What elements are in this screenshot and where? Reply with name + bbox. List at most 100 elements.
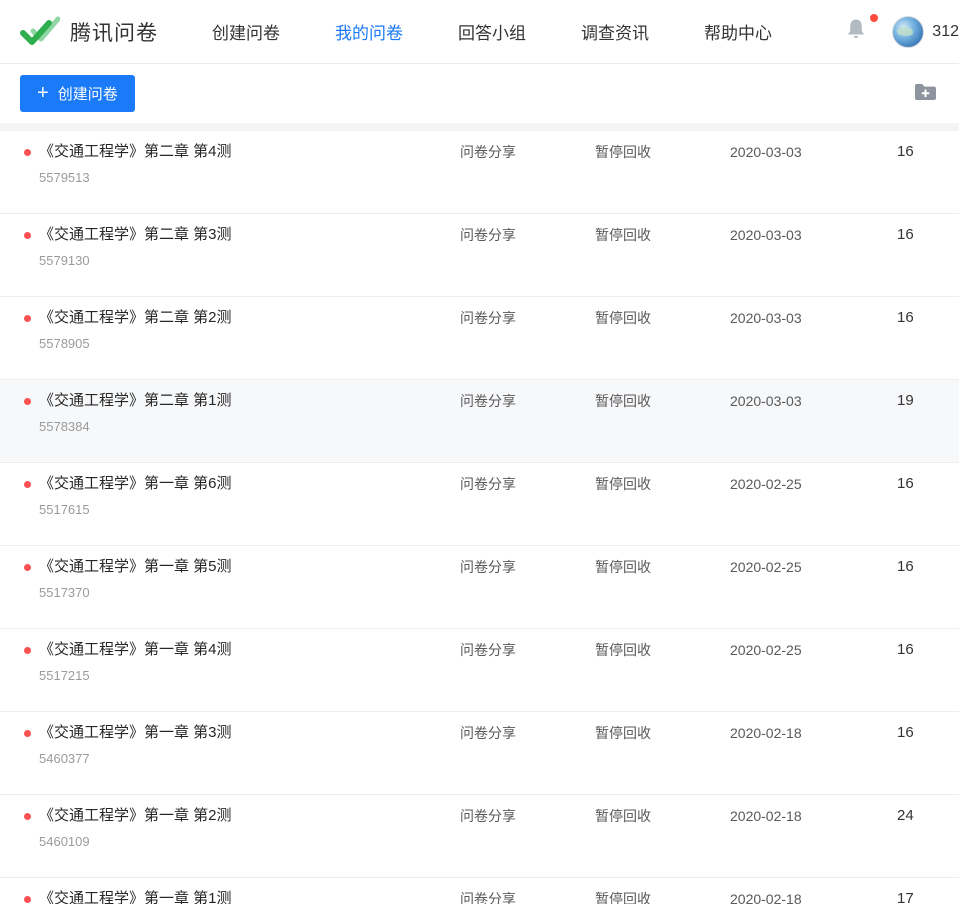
collect-status[interactable]: 暂停回收 (595, 390, 730, 462)
table-row[interactable]: 《交通工程学》第二章 第2测 5578905 问卷分享 暂停回收 2020-03… (0, 297, 959, 380)
collect-status[interactable]: 暂停回收 (595, 473, 730, 545)
share-link[interactable]: 问卷分享 (460, 390, 595, 462)
nav-item[interactable]: 帮助中心 (704, 19, 772, 44)
survey-id: 5517615 (39, 501, 232, 519)
table-row[interactable]: 《交通工程学》第一章 第6测 5517615 问卷分享 暂停回收 2020-02… (0, 463, 959, 546)
survey-id: 5578905 (39, 335, 232, 353)
modified-date: 2020-03-03 (730, 390, 897, 462)
collect-status[interactable]: 暂停回收 (595, 722, 730, 794)
collect-status[interactable]: 暂停回收 (595, 639, 730, 711)
table-row[interactable]: 《交通工程学》第二章 第4测 5579513 问卷分享 暂停回收 2020-03… (0, 131, 959, 214)
survey-title-block: 《交通工程学》第一章 第2测 5460109 (39, 805, 232, 851)
survey-title-block: 《交通工程学》第一章 第3测 5460377 (39, 722, 232, 768)
brand-logo[interactable]: 腾讯问卷 (20, 16, 158, 48)
survey-id: 5579130 (39, 252, 232, 270)
list-toolbar: + 创建问卷 (0, 64, 959, 123)
survey-id: 5460377 (39, 750, 232, 768)
table-row[interactable]: 《交通工程学》第一章 第2测 5460109 问卷分享 暂停回收 2020-02… (0, 795, 959, 878)
survey-title-cell: 《交通工程学》第二章 第1测 5578384 (24, 390, 460, 462)
share-link[interactable]: 问卷分享 (460, 556, 595, 628)
main-nav: 创建问卷 我的问卷 回答小组 调查资讯 帮助中心 (212, 19, 772, 44)
status-dot-icon (24, 564, 31, 571)
brand-name: 腾讯问卷 (70, 17, 158, 47)
nav-item[interactable]: 回答小组 (458, 19, 526, 44)
survey-title-cell: 《交通工程学》第一章 第5测 5517370 (24, 556, 460, 628)
nav-item[interactable]: 调查资讯 (581, 19, 649, 44)
table-row[interactable]: 《交通工程学》第二章 第3测 5579130 问卷分享 暂停回收 2020-03… (0, 214, 959, 297)
table-row[interactable]: 《交通工程学》第二章 第1测 5578384 问卷分享 暂停回收 2020-03… (0, 380, 959, 463)
collect-status[interactable]: 暂停回收 (595, 141, 730, 213)
status-dot-icon (24, 315, 31, 322)
collect-status[interactable]: 暂停回收 (595, 888, 730, 904)
share-link[interactable]: 问卷分享 (460, 805, 595, 877)
avatar[interactable] (892, 16, 924, 48)
table-row[interactable]: 《交通工程学》第一章 第4测 5517215 问卷分享 暂停回收 2020-02… (0, 629, 959, 712)
status-dot-icon (24, 896, 31, 903)
survey-title[interactable]: 《交通工程学》第二章 第4测 (39, 141, 232, 163)
share-link[interactable]: 问卷分享 (460, 141, 595, 213)
answer-count: 16 (897, 141, 959, 213)
survey-title-cell: 《交通工程学》第一章 第4测 5517215 (24, 639, 460, 711)
table-row[interactable]: 《交通工程学》第一章 第3测 5460377 问卷分享 暂停回收 2020-02… (0, 712, 959, 795)
collect-status[interactable]: 暂停回收 (595, 805, 730, 877)
nav-item[interactable]: 我的问卷 (335, 19, 403, 44)
modified-date: 2020-02-25 (730, 639, 897, 711)
answer-count: 16 (897, 307, 959, 379)
answer-count: 16 (897, 722, 959, 794)
modified-date: 2020-02-18 (730, 805, 897, 877)
status-dot-icon (24, 813, 31, 820)
notification-bell[interactable] (846, 18, 866, 45)
answer-count: 16 (897, 473, 959, 545)
survey-title[interactable]: 《交通工程学》第一章 第6测 (39, 473, 232, 495)
survey-title[interactable]: 《交通工程学》第一章 第3测 (39, 722, 232, 744)
share-link[interactable]: 问卷分享 (460, 888, 595, 904)
survey-title-block: 《交通工程学》第一章 第5测 5517370 (39, 556, 232, 602)
answer-count: 16 (897, 639, 959, 711)
modified-date: 2020-02-25 (730, 556, 897, 628)
survey-id: 5578384 (39, 418, 232, 436)
collect-status[interactable]: 暂停回收 (595, 307, 730, 379)
survey-title-block: 《交通工程学》第一章 第4测 5517215 (39, 639, 232, 685)
new-folder-button[interactable] (912, 81, 939, 107)
survey-title-block: 《交通工程学》第一章 第1测 (39, 888, 232, 904)
collect-status[interactable]: 暂停回收 (595, 224, 730, 296)
survey-title-block: 《交通工程学》第一章 第6测 5517615 (39, 473, 232, 519)
survey-title[interactable]: 《交通工程学》第二章 第2测 (39, 307, 232, 329)
survey-title-cell: 《交通工程学》第一章 第6测 5517615 (24, 473, 460, 545)
modified-date: 2020-02-18 (730, 888, 897, 904)
answer-count: 17 (897, 888, 959, 904)
answer-count: 16 (897, 556, 959, 628)
survey-title[interactable]: 《交通工程学》第一章 第5测 (39, 556, 232, 578)
survey-title[interactable]: 《交通工程学》第二章 第3测 (39, 224, 232, 246)
folder-plus-icon (914, 83, 937, 102)
answer-count: 16 (897, 224, 959, 296)
modified-date: 2020-02-25 (730, 473, 897, 545)
survey-title[interactable]: 《交通工程学》第一章 第1测 (39, 888, 232, 904)
status-dot-icon (24, 647, 31, 654)
share-link[interactable]: 问卷分享 (460, 639, 595, 711)
table-row[interactable]: 《交通工程学》第一章 第1测 问卷分享 暂停回收 2020-02-18 17 (0, 878, 959, 904)
share-link[interactable]: 问卷分享 (460, 224, 595, 296)
bell-icon (846, 18, 866, 40)
share-link[interactable]: 问卷分享 (460, 473, 595, 545)
survey-title[interactable]: 《交通工程学》第一章 第4测 (39, 639, 232, 661)
header-right: 312 (846, 16, 959, 48)
survey-title[interactable]: 《交通工程学》第一章 第2测 (39, 805, 232, 827)
share-link[interactable]: 问卷分享 (460, 307, 595, 379)
survey-title-cell: 《交通工程学》第二章 第3测 5579130 (24, 224, 460, 296)
share-link[interactable]: 问卷分享 (460, 722, 595, 794)
survey-title-block: 《交通工程学》第二章 第3测 5579130 (39, 224, 232, 270)
table-row[interactable]: 《交通工程学》第一章 第5测 5517370 问卷分享 暂停回收 2020-02… (0, 546, 959, 629)
survey-title-block: 《交通工程学》第二章 第2测 5578905 (39, 307, 232, 353)
modified-date: 2020-03-03 (730, 307, 897, 379)
collect-status[interactable]: 暂停回收 (595, 556, 730, 628)
section-divider (0, 123, 959, 131)
status-dot-icon (24, 481, 31, 488)
survey-list: 《交通工程学》第二章 第4测 5579513 问卷分享 暂停回收 2020-03… (0, 131, 959, 904)
create-survey-button[interactable]: + 创建问卷 (20, 75, 135, 112)
create-survey-label: 创建问卷 (58, 83, 118, 104)
status-dot-icon (24, 232, 31, 239)
username[interactable]: 312 (932, 23, 959, 41)
nav-item[interactable]: 创建问卷 (212, 19, 280, 44)
survey-title[interactable]: 《交通工程学》第二章 第1测 (39, 390, 232, 412)
